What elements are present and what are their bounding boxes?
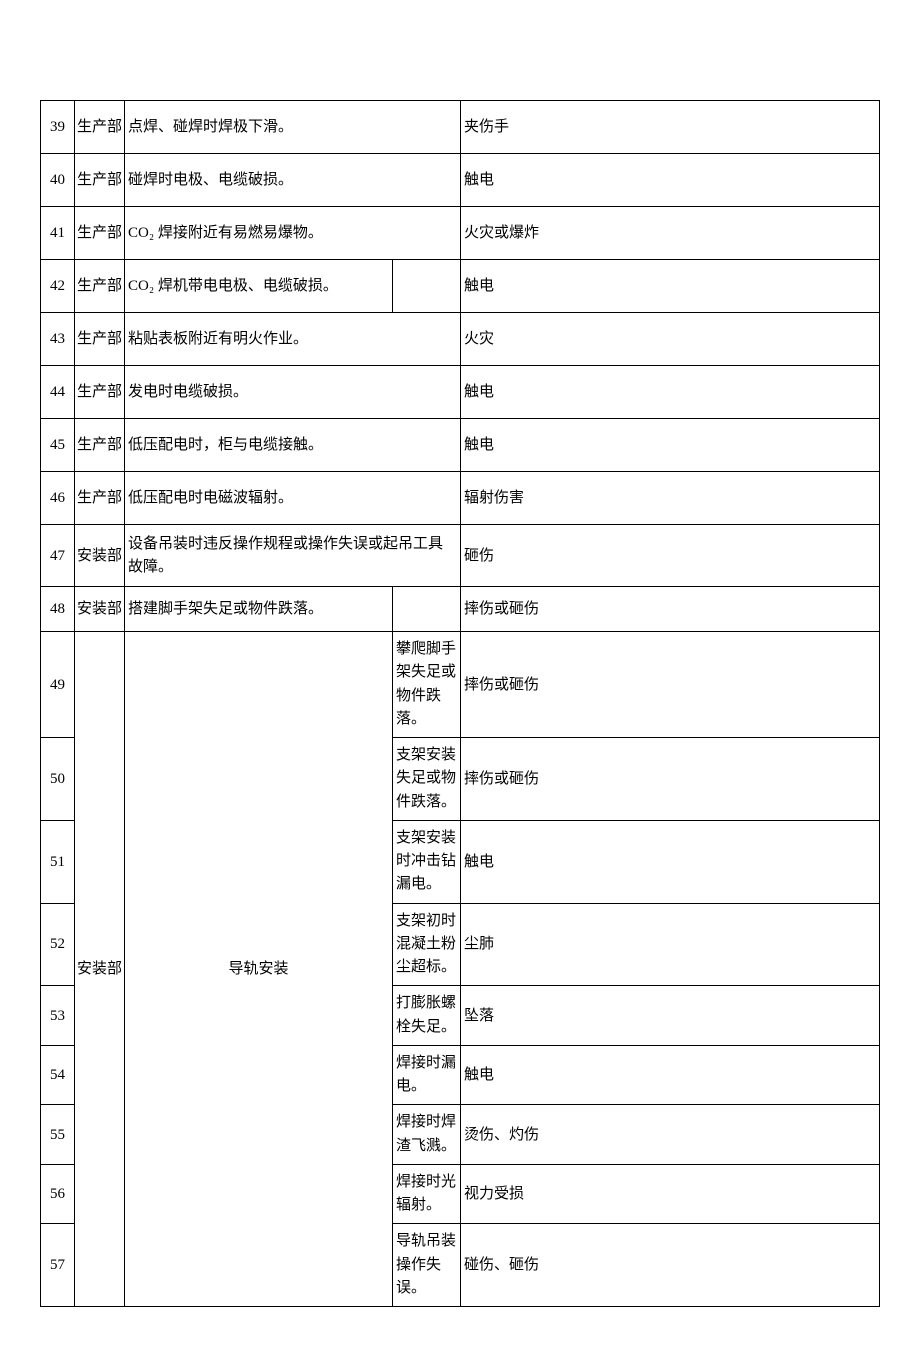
- table-row: 43生产部粘贴表板附近有明火作业。火灾: [41, 313, 880, 366]
- row-result: 火灾或爆炸: [461, 207, 880, 260]
- row-number: 54: [41, 1045, 75, 1105]
- row-sub: [393, 587, 461, 632]
- row-sub: 导轨吊装操作失误。: [393, 1224, 461, 1307]
- table-row: 49安装部导轨安装攀爬脚手架失足或物件跌落。摔伤或砸伤: [41, 632, 880, 738]
- row-number: 45: [41, 419, 75, 472]
- row-sub: 支架安装时冲击钻漏电。: [393, 820, 461, 903]
- row-sub: 支架安装失足或物件跌落。: [393, 738, 461, 821]
- row-number: 51: [41, 820, 75, 903]
- row-sub: 焊接时漏电。: [393, 1045, 461, 1105]
- row-result: 触电: [461, 1045, 880, 1105]
- row-dept: 安装部: [75, 587, 125, 632]
- row-result: 摔伤或砸伤: [461, 738, 880, 821]
- row-sub: 焊接时焊渣飞溅。: [393, 1105, 461, 1165]
- row-dept: 生产部: [75, 366, 125, 419]
- row-number: 47: [41, 525, 75, 587]
- row-number: 40: [41, 154, 75, 207]
- row-result: 坠落: [461, 986, 880, 1046]
- row-number: 56: [41, 1164, 75, 1224]
- table-row: 48安装部搭建脚手架失足或物件跌落。 摔伤或砸伤: [41, 587, 880, 632]
- row-dept: 生产部: [75, 207, 125, 260]
- row-sub: 打膨胀螺栓失足。: [393, 986, 461, 1046]
- row-dept: 生产部: [75, 154, 125, 207]
- row-result: 触电: [461, 154, 880, 207]
- table-row: 39生产部点焊、碰焊时焊极下滑。夹伤手: [41, 101, 880, 154]
- row-result: 触电: [461, 260, 880, 313]
- group-task: 导轨安装: [125, 632, 393, 1307]
- row-task: CO₂ 焊机带电电极、电缆破损。: [125, 260, 393, 313]
- row-task: 碰焊时电极、电缆破损。: [125, 154, 461, 207]
- row-number: 49: [41, 632, 75, 738]
- row-task: 发电时电缆破损。: [125, 366, 461, 419]
- table-row: 45生产部低压配电时，柜与电缆接触。触电: [41, 419, 880, 472]
- row-number: 53: [41, 986, 75, 1046]
- row-result: 辐射伤害: [461, 472, 880, 525]
- row-result: 摔伤或砸伤: [461, 587, 880, 632]
- row-number: 57: [41, 1224, 75, 1307]
- row-result: 火灾: [461, 313, 880, 366]
- row-number: 44: [41, 366, 75, 419]
- row-number: 42: [41, 260, 75, 313]
- row-task: 低压配电时电磁波辐射。: [125, 472, 461, 525]
- table-row: 47安装部设备吊装时违反操作规程或操作失误或起吊工具故障。砸伤: [41, 525, 880, 587]
- row-result: 碰伤、砸伤: [461, 1224, 880, 1307]
- group-dept: 安装部: [75, 632, 125, 1307]
- row-number: 41: [41, 207, 75, 260]
- row-task: 搭建脚手架失足或物件跌落。: [125, 587, 393, 632]
- row-dept: 生产部: [75, 313, 125, 366]
- row-dept: 生产部: [75, 260, 125, 313]
- row-result: 烫伤、灼伤: [461, 1105, 880, 1165]
- row-result: 砸伤: [461, 525, 880, 587]
- table-row: 44生产部发电时电缆破损。触电: [41, 366, 880, 419]
- row-result: 尘肺: [461, 903, 880, 986]
- row-result: 触电: [461, 820, 880, 903]
- row-dept: 生产部: [75, 419, 125, 472]
- row-result: 触电: [461, 419, 880, 472]
- row-number: 50: [41, 738, 75, 821]
- row-number: 48: [41, 587, 75, 632]
- row-dept: 生产部: [75, 472, 125, 525]
- row-result: 夹伤手: [461, 101, 880, 154]
- row-sub: 支架初时混凝土粉尘超标。: [393, 903, 461, 986]
- row-number: 52: [41, 903, 75, 986]
- row-task: 低压配电时，柜与电缆接触。: [125, 419, 461, 472]
- row-number: 55: [41, 1105, 75, 1165]
- row-sub: [393, 260, 461, 313]
- table-row: 41生产部CO₂ 焊接附近有易燃易爆物。火灾或爆炸: [41, 207, 880, 260]
- hazard-table: 39生产部点焊、碰焊时焊极下滑。夹伤手40生产部碰焊时电极、电缆破损。触电41生…: [40, 100, 880, 1307]
- table-row: 42生产部CO₂ 焊机带电电极、电缆破损。 触电: [41, 260, 880, 313]
- row-number: 46: [41, 472, 75, 525]
- row-dept: 安装部: [75, 525, 125, 587]
- row-task: 点焊、碰焊时焊极下滑。: [125, 101, 461, 154]
- row-dept: 生产部: [75, 101, 125, 154]
- row-task: 设备吊装时违反操作规程或操作失误或起吊工具故障。: [125, 525, 461, 587]
- row-task: 粘贴表板附近有明火作业。: [125, 313, 461, 366]
- row-sub: 焊接时光辐射。: [393, 1164, 461, 1224]
- table-row: 40生产部碰焊时电极、电缆破损。触电: [41, 154, 880, 207]
- row-sub: 攀爬脚手架失足或物件跌落。: [393, 632, 461, 738]
- row-result: 摔伤或砸伤: [461, 632, 880, 738]
- row-result: 触电: [461, 366, 880, 419]
- row-number: 39: [41, 101, 75, 154]
- row-task: CO₂ 焊接附近有易燃易爆物。: [125, 207, 461, 260]
- row-number: 43: [41, 313, 75, 366]
- row-result: 视力受损: [461, 1164, 880, 1224]
- table-row: 46生产部低压配电时电磁波辐射。辐射伤害: [41, 472, 880, 525]
